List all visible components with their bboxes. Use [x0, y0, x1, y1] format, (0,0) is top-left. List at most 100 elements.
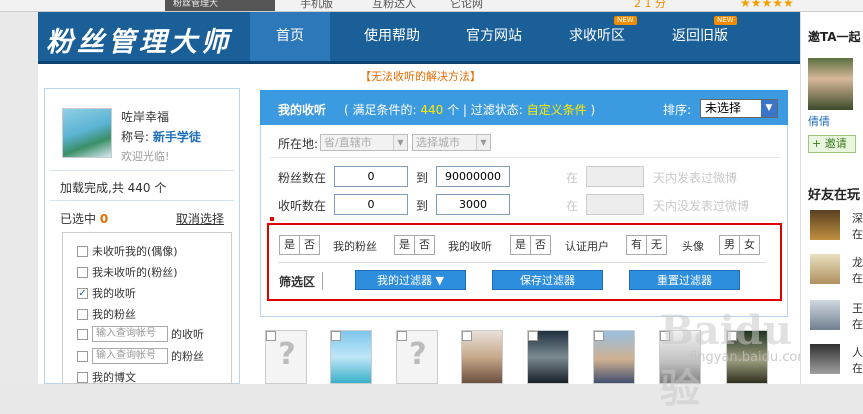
invite-title: 邀TA一起	[808, 30, 861, 44]
user-title-label: 称号:	[121, 130, 150, 144]
user-thumb[interactable]	[461, 330, 503, 384]
fans-toggle[interactable]: 是否	[279, 235, 320, 255]
sort-select[interactable]: 未选择 ▼	[700, 99, 778, 118]
invite-name[interactable]: 倩倩	[808, 113, 830, 129]
nav-official-site[interactable]: 官方网站	[452, 12, 536, 61]
top-link[interactable]: 它论网	[450, 0, 483, 11]
follow-label: 收听数在	[278, 199, 327, 213]
days-post-input[interactable]	[586, 166, 644, 187]
friend-name[interactable]: 人	[852, 344, 863, 360]
selected-number: 0	[99, 212, 109, 226]
filter-item[interactable]: ✓ 我的收听	[77, 285, 136, 301]
watermark-url: jingyan.baidu.com	[690, 350, 810, 365]
no-option[interactable]: 否	[415, 236, 434, 254]
friend-status: 在	[852, 272, 863, 285]
avatar-toggle[interactable]: 有无	[626, 235, 667, 255]
top-strip: 粉丝管理大 手机版 互粉达人 它论网 2 1 分 ★★★★★	[0, 0, 863, 12]
filter-label: 我的博文	[92, 371, 136, 384]
follow-min-input[interactable]: 0	[334, 194, 408, 215]
top-text: 2 1 分	[634, 0, 666, 10]
checkbox[interactable]	[594, 331, 604, 341]
has-option[interactable]: 有	[627, 236, 647, 254]
app-logo: 粉丝管理大师	[46, 27, 232, 58]
default-avatar-icon: ?	[409, 337, 427, 372]
reset-filter-button[interactable]: 重置过滤器	[629, 270, 740, 290]
save-filter-button[interactable]: 保存过滤器	[492, 270, 603, 290]
filter-condition: ( 满足条件的: 440 个 | 过滤状态: 自定义条件 )	[344, 101, 595, 118]
checkbox[interactable]	[77, 266, 88, 278]
yes-option[interactable]: 是	[511, 236, 531, 254]
top-link[interactable]: 手机版	[300, 0, 333, 11]
yes-option[interactable]: 是	[280, 236, 300, 254]
user-thumb[interactable]	[527, 330, 569, 384]
user-thumb[interactable]: ?	[396, 330, 438, 384]
checkbox[interactable]	[77, 371, 88, 383]
yes-option[interactable]: 是	[395, 236, 415, 254]
checkbox-checked[interactable]: ✓	[77, 287, 88, 299]
none-option[interactable]: 无	[647, 236, 666, 254]
filter-item[interactable]: 输入查询帐号 的收听	[77, 326, 204, 342]
fans-max-input[interactable]: 90000000	[436, 166, 510, 187]
checkbox[interactable]	[77, 308, 88, 320]
query-account-input[interactable]: 输入查询帐号	[92, 326, 168, 342]
cond-mid: 个 | 过滤状态:	[447, 103, 523, 117]
seg-verified-label: 认证用户	[565, 240, 609, 253]
user-thumb[interactable]	[593, 330, 635, 384]
checkbox[interactable]	[77, 328, 88, 340]
male-option[interactable]: 男	[720, 236, 740, 254]
verified-toggle[interactable]: 是否	[510, 235, 551, 255]
friend-avatar[interactable]	[810, 300, 840, 330]
filter-item[interactable]: 我的粉丝	[77, 306, 136, 322]
days-none-input[interactable]	[586, 194, 644, 215]
friend-name[interactable]: 王	[852, 300, 863, 316]
follow-toggle[interactable]: 是否	[394, 235, 435, 255]
query-account-input[interactable]: 输入查询帐号	[92, 348, 168, 364]
user-title-value: 新手学徒	[152, 130, 201, 144]
gender-toggle[interactable]: 男女	[719, 235, 760, 255]
city-value: 选择城市	[416, 136, 460, 149]
female-option[interactable]: 女	[740, 236, 759, 254]
unable-follow-help-link[interactable]: 【无法收听的解决方法】	[360, 68, 481, 84]
filter-label: 我未收听的(粉丝)	[92, 266, 178, 279]
invite-button[interactable]: + 邀请	[808, 135, 856, 153]
chevron-down-icon: ▼	[476, 135, 490, 150]
cond-suffix: )	[590, 103, 596, 117]
invite-avatar[interactable]	[808, 58, 853, 110]
nav-home[interactable]: 首页	[250, 12, 330, 61]
friend-name[interactable]: 龙	[852, 254, 863, 270]
filter-item[interactable]: 未收听我的(偶像)	[77, 243, 178, 259]
friend-status: 在	[852, 318, 863, 331]
province-select[interactable]: 省/直辖市 ▼	[320, 134, 408, 151]
user-thumb[interactable]: ?	[265, 330, 307, 384]
friend-avatar[interactable]	[810, 344, 840, 374]
divider	[278, 262, 766, 263]
checkbox[interactable]	[462, 331, 472, 341]
filter-item[interactable]: 输入查询帐号 的粉丝	[77, 348, 204, 364]
cancel-selection-link[interactable]: 取消选择	[176, 210, 224, 227]
rating-stars: ★★★★★	[740, 0, 794, 10]
top-active-tab[interactable]: 粉丝管理大	[165, 0, 275, 11]
cond-prefix: ( 满足条件的:	[344, 103, 417, 117]
filter-item[interactable]: 我的博文	[77, 369, 136, 385]
friend-avatar[interactable]	[810, 254, 840, 284]
location-label: 所在地:	[278, 137, 319, 151]
filter-item[interactable]: 我未收听的(粉丝)	[77, 264, 178, 280]
follow-max-input[interactable]: 3000	[436, 194, 510, 215]
checkbox[interactable]	[77, 245, 88, 257]
friend-avatar[interactable]	[810, 210, 840, 240]
match-count: 440	[420, 103, 444, 117]
friend-name[interactable]: 深	[852, 210, 863, 226]
fans-min-input[interactable]: 0	[334, 166, 408, 187]
no-option[interactable]: 否	[531, 236, 550, 254]
nav-help[interactable]: 使用帮助	[350, 12, 434, 61]
red-marker	[270, 217, 274, 221]
my-filter-dropdown[interactable]: 我的过滤器 ▼	[355, 270, 466, 290]
city-select[interactable]: 选择城市 ▼	[412, 134, 491, 151]
top-link[interactable]: 互粉达人	[372, 0, 416, 11]
checkbox[interactable]	[331, 331, 341, 341]
user-thumb[interactable]	[330, 330, 372, 384]
checkbox[interactable]	[77, 350, 88, 362]
fans-label: 粉丝数在	[278, 171, 327, 185]
no-option[interactable]: 否	[300, 236, 319, 254]
checkbox[interactable]	[528, 331, 538, 341]
